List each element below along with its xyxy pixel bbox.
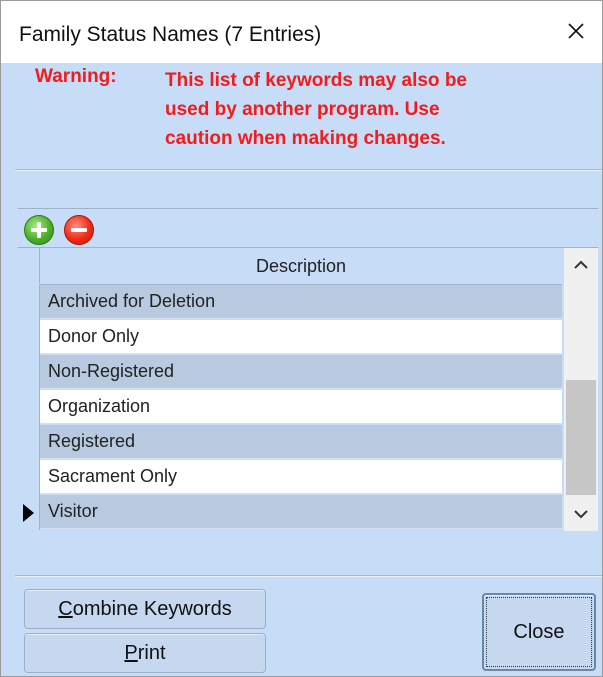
- dialog-window: Family Status Names (7 Entries) Warning:…: [0, 0, 603, 677]
- print-mnemonic: P: [124, 642, 138, 664]
- scroll-up-icon[interactable]: [564, 248, 598, 282]
- current-row-arrow-icon: [23, 504, 34, 522]
- table-row[interactable]: Non-Registered: [18, 355, 562, 390]
- close-label: Close: [513, 621, 565, 643]
- row-indicator[interactable]: [18, 425, 40, 460]
- section-divider: [15, 169, 602, 171]
- description-cell[interactable]: Donor Only: [40, 320, 562, 354]
- table-row[interactable]: Organization: [18, 390, 562, 425]
- row-indicator-header: [18, 248, 40, 284]
- description-cell[interactable]: Registered: [40, 425, 562, 459]
- footer-divider: [15, 575, 602, 577]
- window-title: Family Status Names (7 Entries): [19, 23, 322, 46]
- row-indicator[interactable]: [18, 460, 40, 495]
- table-row-current[interactable]: Visitor: [18, 495, 562, 530]
- row-indicator[interactable]: [18, 390, 40, 425]
- vertical-scrollbar[interactable]: [563, 248, 598, 531]
- row-indicator[interactable]: [18, 285, 40, 320]
- scroll-thumb[interactable]: [566, 380, 596, 495]
- description-cell[interactable]: Archived for Deletion: [40, 285, 562, 319]
- grid-header: Description: [18, 248, 562, 285]
- warning-label: Warning:: [35, 66, 117, 87]
- grid-toolbar: [18, 208, 598, 247]
- scroll-down-icon[interactable]: [564, 497, 598, 531]
- combine-keywords-button[interactable]: Combine Keywords: [24, 589, 266, 629]
- row-indicator[interactable]: [18, 495, 40, 530]
- table-row[interactable]: Archived for Deletion: [18, 285, 562, 320]
- table-row[interactable]: Sacrament Only: [18, 460, 562, 495]
- row-indicator[interactable]: [18, 320, 40, 355]
- description-cell[interactable]: Visitor: [40, 495, 562, 529]
- keyword-grid[interactable]: Description Archived for Deletion Donor …: [18, 247, 598, 532]
- description-cell[interactable]: Organization: [40, 390, 562, 424]
- print-label: rint: [137, 642, 166, 664]
- column-header-description[interactable]: Description: [40, 248, 562, 285]
- print-button[interactable]: Print: [24, 633, 266, 673]
- table-row[interactable]: Registered: [18, 425, 562, 460]
- combine-label: ombine Keywords: [72, 598, 232, 620]
- remove-icon[interactable]: [64, 215, 94, 245]
- add-icon[interactable]: [24, 215, 54, 245]
- close-icon[interactable]: [562, 17, 590, 45]
- warning-message: This list of keywords may also be used b…: [165, 70, 467, 149]
- description-cell[interactable]: Sacrament Only: [40, 460, 562, 494]
- description-cell[interactable]: Non-Registered: [40, 355, 562, 389]
- title-bar: Family Status Names (7 Entries): [1, 1, 602, 63]
- combine-mnemonic: C: [58, 598, 73, 620]
- table-row[interactable]: Donor Only: [18, 320, 562, 355]
- close-button[interactable]: Close: [482, 593, 596, 671]
- row-indicator[interactable]: [18, 355, 40, 390]
